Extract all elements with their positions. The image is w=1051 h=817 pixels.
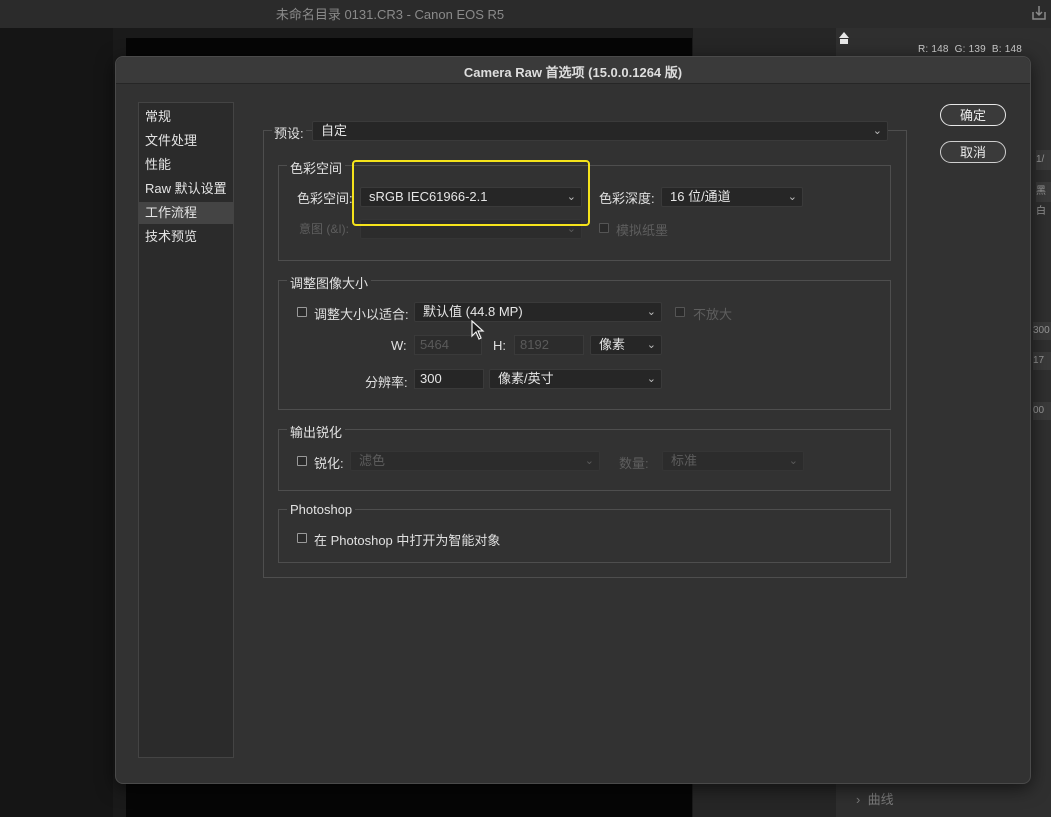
simulate-paper-label: 模拟纸墨 <box>616 223 669 238</box>
sharpen-label: 锐化: <box>314 456 344 471</box>
chevron-down-icon: ⌄ <box>872 125 882 137</box>
photoshop-title: Photoshop <box>287 502 356 517</box>
size-unit-value: 像素 <box>599 337 626 352</box>
chevron-down-icon: ⌄ <box>584 455 594 467</box>
ok-button[interactable]: 确定 <box>940 104 1006 126</box>
chevron-down-icon: ⌄ <box>787 191 797 203</box>
rgb-readout: R: 148 G: 139 B: 148 <box>912 44 1022 55</box>
resize-title: 调整图像大小 <box>287 273 372 292</box>
color-depth-label: 色彩深度: <box>599 191 655 206</box>
width-label: W: <box>391 338 407 353</box>
sharpen-for-value: 滤色 <box>359 453 386 468</box>
height-field[interactable]: 8192 <box>514 335 584 355</box>
preferences-nav: 常规 文件处理 性能 Raw 默认设置 工作流程 技术预览 <box>138 102 234 758</box>
mouse-cursor-icon <box>471 319 485 340</box>
color-depth-value: 16 位/通道 <box>670 189 731 204</box>
sharpen-checkbox[interactable] <box>297 456 307 466</box>
nav-item-general[interactable]: 常规 <box>139 106 233 128</box>
curve-panel-label: 曲线 <box>867 792 894 807</box>
resize-to-fit-select[interactable]: 默认值 (44.8 MP) ⌄ <box>414 302 662 322</box>
side-fragment: 黑白 <box>1036 182 1051 217</box>
height-label: H: <box>493 338 506 353</box>
resize-to-fit-checkbox[interactable] <box>297 307 307 317</box>
size-unit-select[interactable]: 像素 ⌄ <box>590 335 662 355</box>
curve-panel-header[interactable]: › 曲线 <box>856 789 894 808</box>
nav-item-raw-defaults[interactable]: Raw 默认设置 <box>139 178 233 200</box>
color-depth-select[interactable]: 16 位/通道 ⌄ <box>661 187 803 207</box>
highlight-clipping-icon[interactable] <box>836 30 852 46</box>
side-fragment: 17 <box>1033 352 1051 370</box>
rgb-b-value: B: 148 <box>991 44 1023 55</box>
nav-item-file-handling[interactable]: 文件处理 <box>139 130 233 152</box>
cancel-button[interactable]: 取消 <box>940 141 1006 163</box>
color-space-label: 色彩空间: <box>297 191 353 206</box>
dialog-title: Camera Raw 首选项 (15.0.0.1264 版) <box>463 65 683 80</box>
output-sharpening-title: 输出锐化 <box>287 422 346 441</box>
preset-value: 自定 <box>321 123 348 138</box>
left-filmstrip-area <box>0 28 113 817</box>
chevron-down-icon: ⌄ <box>646 339 656 351</box>
preset-select[interactable]: 自定 ⌄ <box>312 121 888 141</box>
color-space-title: 色彩空间 <box>287 158 346 177</box>
app-window-title: 未命名目录 0131.CR3 - Canon EOS R5 <box>275 7 505 22</box>
nav-item-performance[interactable]: 性能 <box>139 154 233 176</box>
nav-item-workflow[interactable]: 工作流程 <box>139 202 233 224</box>
amount-value: 标准 <box>671 453 698 468</box>
intent-label: 意图 (&I): <box>299 222 349 236</box>
smart-object-checkbox[interactable] <box>297 533 307 543</box>
amount-select[interactable]: 标准 ⌄ <box>662 451 804 471</box>
chevron-down-icon: ⌄ <box>646 306 656 318</box>
rgb-g-value: G: 139 <box>954 44 986 55</box>
smart-object-label: 在 Photoshop 中打开为智能对象 <box>314 533 501 548</box>
export-icon[interactable] <box>1030 4 1048 22</box>
chevron-right-icon: › <box>856 792 868 807</box>
resolution-unit-select[interactable]: 像素/英寸 ⌄ <box>489 369 662 389</box>
sharpen-for-select[interactable]: 滤色 ⌄ <box>350 451 600 471</box>
chevron-down-icon: ⌄ <box>646 373 656 385</box>
rgb-r-value: R: 148 <box>918 44 949 55</box>
side-fragment: 00 <box>1033 402 1051 420</box>
nav-item-tech-preview[interactable]: 技术预览 <box>139 226 233 248</box>
simulate-paper-checkbox[interactable] <box>599 223 609 233</box>
chevron-down-icon: ⌄ <box>788 455 798 467</box>
resize-to-fit-label: 调整大小以适合: <box>314 307 409 322</box>
annotation-highlight-box <box>352 160 590 226</box>
amount-label: 数量: <box>619 456 649 471</box>
preferences-dialog: Camera Raw 首选项 (15.0.0.1264 版) 常规 文件处理 性… <box>115 56 1031 784</box>
preset-label: 预设: <box>272 123 306 142</box>
no-enlarge-label: 不放大 <box>693 307 733 322</box>
no-enlarge-checkbox[interactable] <box>675 307 685 317</box>
resize-to-fit-value: 默认值 (44.8 MP) <box>423 304 523 319</box>
resolution-unit-value: 像素/英寸 <box>498 371 554 386</box>
side-fragment: 300 <box>1033 322 1051 340</box>
resolution-label: 分辨率: <box>365 375 408 390</box>
resolution-field[interactable]: 300 <box>414 369 484 389</box>
side-fragment: 1/ <box>1036 150 1051 170</box>
